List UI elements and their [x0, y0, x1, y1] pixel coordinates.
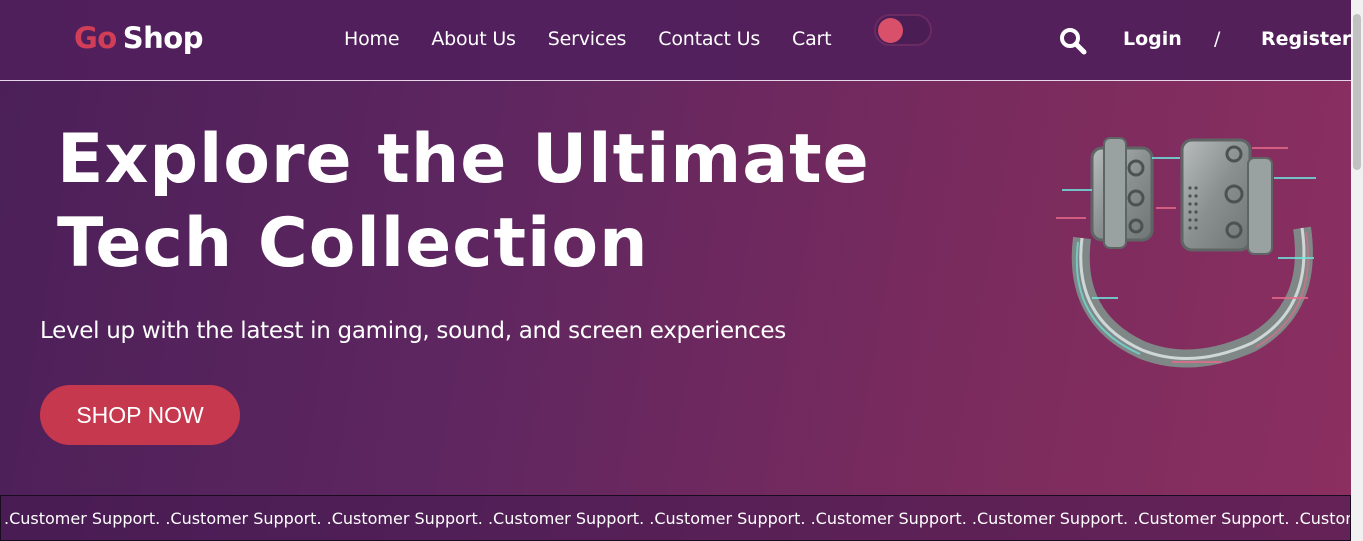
nav-links: Home About Us Services Contact Us Cart: [344, 28, 863, 50]
hero-image: [1052, 118, 1324, 380]
hero-subtitle: Level up with the latest in gaming, soun…: [40, 318, 786, 344]
scrollbar-thumb[interactable]: [1353, 14, 1361, 170]
nav-link-contact-us[interactable]: Contact Us: [658, 28, 760, 50]
nav-link-about-us[interactable]: About Us: [431, 28, 516, 50]
theme-toggle[interactable]: [874, 14, 932, 46]
support-ticker: .Customer Support. .Customer Support. .C…: [0, 495, 1351, 541]
shop-now-button[interactable]: SHOP NOW: [40, 385, 240, 445]
nav-link-home[interactable]: Home: [344, 28, 400, 50]
auth-separator: /: [1214, 28, 1221, 50]
theme-toggle-knob: [878, 18, 903, 43]
nav-link-cart[interactable]: Cart: [792, 28, 832, 50]
brand-logo[interactable]: Go Shop: [74, 21, 203, 55]
hero-title-line2: Tech Collection: [57, 204, 649, 283]
login-link[interactable]: Login: [1123, 28, 1182, 50]
brand-logo-shop: Shop: [122, 21, 204, 55]
hero-title-line1: Explore the Ultimate: [57, 120, 870, 199]
register-link[interactable]: Register: [1261, 28, 1351, 50]
hero-title: Explore the Ultimate Tech Collection: [57, 118, 937, 286]
brand-logo-go: Go: [74, 21, 117, 55]
page-scrollbar[interactable]: [1351, 0, 1363, 541]
nav-link-services[interactable]: Services: [548, 28, 627, 50]
search-button[interactable]: [1059, 27, 1087, 55]
headphones-icon: [1056, 137, 1316, 368]
ticker-text: .Customer Support. .Customer Support. .C…: [4, 509, 1351, 528]
search-icon: [1060, 28, 1087, 55]
navbar: Go Shop Home About Us Services Contact Us…: [0, 0, 1351, 81]
